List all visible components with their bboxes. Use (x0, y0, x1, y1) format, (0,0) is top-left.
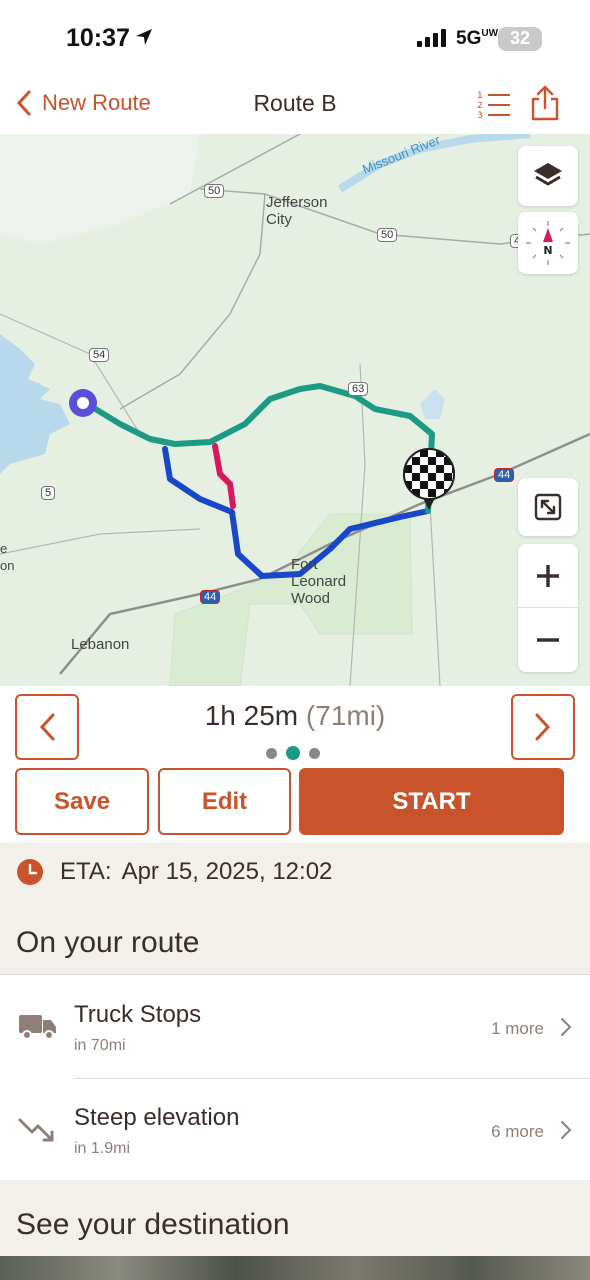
list-item-title: Steep elevation (74, 1104, 240, 1131)
network-type: 5GUW (456, 28, 499, 49)
on-route-list: Truck Stops in 70mi 1 more Steep elevati… (0, 974, 590, 1180)
highway-shield: 50 (204, 184, 225, 198)
share-icon[interactable] (530, 84, 560, 122)
minus-icon (537, 638, 559, 642)
location-arrow-icon (136, 29, 152, 45)
list-item-title: Truck Stops (74, 1001, 202, 1028)
page-dot[interactable] (266, 747, 277, 759)
list-item-steep-elevation[interactable]: Steep elevation in 1.9mi 6 more (0, 1078, 590, 1181)
fit-route-button[interactable] (518, 478, 578, 536)
distance-value: (71mi) (305, 700, 386, 731)
interstate-shield: 44 (494, 468, 515, 482)
list-item-subtitle: in 70mi (74, 1037, 126, 1054)
start-marker-icon[interactable] (66, 386, 100, 420)
eta-value: Apr 15, 2025, 12:02 (121, 858, 333, 885)
route-map[interactable]: Missouri River Jefferson City Fort Leona… (0, 134, 590, 686)
city-label-lebanon: Lebanon (71, 636, 130, 653)
zoom-in-button[interactable] (518, 544, 578, 608)
city-label-jefferson: Jefferson City (266, 194, 328, 228)
plus-icon (537, 564, 559, 587)
battery-icon: 32 (498, 27, 542, 51)
page-dot[interactable] (309, 747, 320, 759)
interstate-shield: 44 (200, 590, 221, 604)
start-button[interactable]: START (299, 768, 564, 835)
chevron-right-icon (561, 1121, 572, 1139)
zoom-controls (518, 544, 578, 672)
destination-flag-icon[interactable] (400, 446, 458, 518)
svg-text:2: 2 (477, 101, 483, 111)
status-time: 10:37 (66, 24, 130, 52)
truck-icon (19, 1015, 56, 1040)
compass-button[interactable]: N (518, 212, 578, 274)
route-details: ETA: Apr 15, 2025, 12:02 On your route T… (0, 842, 590, 1280)
signal-icon (417, 29, 446, 47)
page-dot-active[interactable] (286, 746, 300, 760)
partial-label: e on (0, 541, 15, 573)
highway-shield: 5 (41, 486, 56, 500)
nav-bar: New Route Route B 1 2 3 (0, 78, 590, 134)
next-route-button[interactable] (511, 694, 575, 760)
compass-icon: N (526, 221, 570, 265)
chevron-right-icon (535, 713, 551, 741)
compass-letter: N (543, 244, 552, 257)
route-summary-card: 1h 25m (71mi) Save Edit START (0, 686, 590, 842)
duration-value: 1h 25m (204, 700, 299, 731)
status-bar: 10:37 5GUW 32 (0, 0, 590, 78)
chevron-right-icon (561, 1018, 572, 1036)
on-route-title: On your route (16, 926, 200, 959)
clock-icon (17, 859, 43, 885)
zoom-out-button[interactable] (518, 608, 578, 672)
layers-icon (534, 163, 562, 186)
route-duration: 1h 25m (71mi) (0, 700, 590, 732)
edit-button[interactable]: Edit (158, 768, 291, 835)
save-button[interactable]: Save (15, 768, 149, 835)
list-item-truck-stops[interactable]: Truck Stops in 70mi 1 more (0, 975, 590, 1079)
destination-satellite-preview[interactable] (0, 1256, 590, 1280)
list-item-more: 6 more (491, 1122, 544, 1141)
directions-list-icon[interactable]: 1 2 3 (476, 88, 512, 120)
route-page-indicator (266, 746, 320, 760)
highway-shield: 50 (377, 228, 398, 242)
destination-title: See your destination (16, 1208, 290, 1241)
eta-label: ETA: (60, 858, 112, 885)
list-item-subtitle: in 1.9mi (74, 1140, 131, 1157)
expand-icon (534, 493, 562, 521)
eta-row: ETA: Apr 15, 2025, 12:02 (16, 858, 332, 886)
layers-button[interactable] (518, 146, 578, 206)
highway-shield: 63 (348, 382, 369, 396)
svg-text:1: 1 (477, 91, 483, 101)
downhill-icon (18, 1118, 54, 1142)
list-item-more: 1 more (491, 1019, 544, 1038)
city-label-fort-leonard-wood: Fort Leonard Wood (291, 556, 347, 607)
svg-text:3: 3 (477, 111, 483, 120)
highway-shield: 54 (89, 348, 110, 362)
